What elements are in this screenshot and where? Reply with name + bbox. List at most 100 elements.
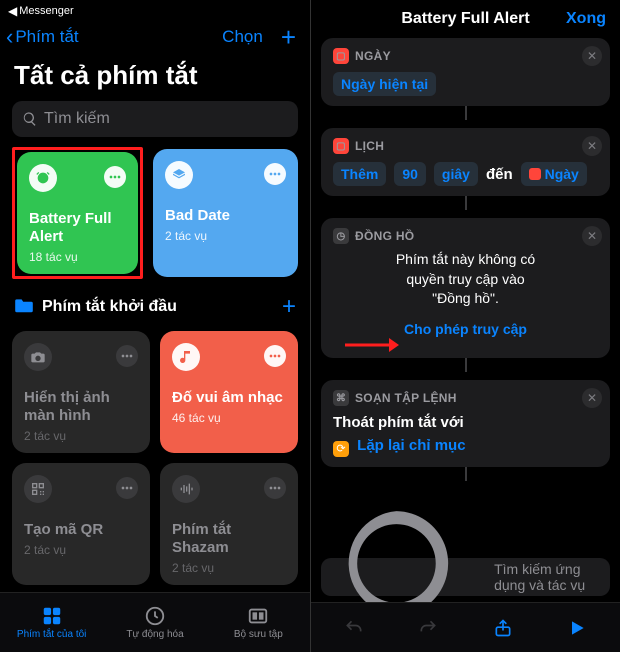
flow-connector [465,467,467,481]
more-icon[interactable] [104,166,126,188]
page-title: Tất cả phím tắt [0,50,310,101]
action-block-clock[interactable]: ◷ ĐỒNG HỒ ✕ Phím tắt này không có quyền … [321,218,610,358]
card-title: Đố vui âm nhạc [172,389,286,407]
permission-denied-text: Phím tắt này không có quyền truy cập vào… [333,244,598,309]
done-button[interactable]: Xong [566,10,606,28]
action-block-script[interactable]: ⌘ SOẠN TẬP LỆNH ✕ Thoát phím tắt với ⟳ L… [321,380,610,467]
card-subtitle: 46 tác vụ [172,411,286,425]
shortcut-card-battery-full-alert[interactable]: Battery Full Alert 18 tác vụ [17,152,138,274]
card-subtitle: 18 tác vụ [29,250,126,264]
block-head: LỊCH [355,139,384,153]
shortcut-card-qr[interactable]: Tạo mã QR 2 tác vụ [12,463,150,585]
script-line1: Thoát phím tắt với [333,414,598,431]
card-title: Battery Full Alert [29,210,126,246]
repeat-icon: ⟳ [333,441,349,457]
calendar-icon: ▢ [333,138,349,154]
nav-bar: ‹ Phím tắt Chọn + [0,18,310,50]
annotation-arrow [345,336,399,354]
camera-icon [24,343,52,371]
card-subtitle: 2 tác vụ [24,543,138,557]
script-icon: ⌘ [333,390,349,406]
shortcut-card-bad-date[interactable]: Bad Date 2 tác vụ [153,149,298,277]
token-unit[interactable]: giây [434,162,478,186]
layers-icon [165,161,193,189]
status-bar: ◀ Messenger [0,0,310,18]
card-title: Hiển thị ảnh màn hình [24,389,138,425]
card-title: Tạo mã QR [24,521,138,539]
more-icon[interactable] [264,163,286,185]
block-head: SOẠN TẬP LỆNH [355,391,457,405]
action-block-calendar[interactable]: ▢ LỊCH ✕ Thêm 90 giây đến Ngày [321,128,610,196]
action-flow: ▢ NGÀY ✕ Ngày hiện tại ▢ LỊCH ✕ Thêm 90 [311,34,620,481]
block-head: NGÀY [355,49,391,63]
token-repeat-index[interactable]: Lặp lại chỉ mục [357,437,465,454]
shortcut-editor-screen: Battery Full Alert Xong ▢ NGÀY ✕ Ngày hi… [310,0,620,652]
folder-icon [14,297,34,318]
remove-action-button[interactable]: ✕ [582,136,602,156]
redo-button[interactable] [408,611,448,645]
search-placeholder: Tìm kiếm [44,110,110,128]
flow-connector [465,196,467,210]
tab-bar: Phím tắt của tôi Tự động hóa Bộ sưu tập [0,592,310,652]
back-button[interactable]: ‹ Phím tắt [6,24,79,50]
shortcut-card-music-quiz[interactable]: Đố vui âm nhạc 46 tác vụ [160,331,298,453]
editor-title: Battery Full Alert [365,10,566,28]
tab-label: Phím tắt của tôi [17,629,86,640]
waveform-icon [172,475,200,503]
section-title: Phím tắt khởi đầu [42,298,177,316]
chevron-left-icon: ‹ [6,24,13,50]
undo-button[interactable] [334,611,374,645]
flow-connector [465,358,467,372]
share-button[interactable] [483,611,523,645]
tab-gallery[interactable]: Bộ sưu tập [207,593,310,652]
token-current-day[interactable]: Ngày hiện tại [333,72,436,96]
card-subtitle: 2 tác vụ [24,429,138,443]
token-num[interactable]: 90 [394,162,426,186]
tab-label: Bộ sưu tập [234,629,283,640]
run-button[interactable] [557,611,597,645]
card-subtitle: 2 tác vụ [165,229,286,243]
back-label: Phím tắt [15,27,78,47]
select-button[interactable]: Chọn [222,27,263,47]
clock-icon: ◷ [333,228,349,244]
more-icon[interactable] [116,345,138,367]
add-starter-button[interactable]: + [282,293,296,321]
alarm-icon [29,164,57,192]
remove-action-button[interactable]: ✕ [582,226,602,246]
editor-nav: Battery Full Alert Xong [311,0,620,34]
status-return-app[interactable]: Messenger [19,5,73,17]
music-icon [172,343,200,371]
shortcuts-library-screen: ◀ Messenger ‹ Phím tắt Chọn + Tất cả phí… [0,0,310,652]
add-shortcut-button[interactable]: + [281,24,296,50]
remove-action-button[interactable]: ✕ [582,46,602,66]
action-search-field[interactable]: Tìm kiếm ứng dụng và tác vụ [321,558,610,596]
more-icon[interactable] [264,477,286,499]
remove-action-button[interactable]: ✕ [582,388,602,408]
search-icon [22,111,38,127]
qr-icon [24,475,52,503]
card-subtitle: 2 tác vụ [172,561,286,575]
calendar-day-icon: ▢ [333,48,349,64]
more-icon[interactable] [264,345,286,367]
card-title: Phím tắt Shazam [172,521,286,557]
token-day[interactable]: Ngày [521,162,587,186]
action-block-day[interactable]: ▢ NGÀY ✕ Ngày hiện tại [321,38,610,106]
section-header-starter: Phím tắt khởi đầu + [0,277,310,331]
tab-label: Tự động hóa [126,629,183,640]
more-icon[interactable] [116,477,138,499]
card-title: Bad Date [165,207,286,225]
allow-access-button[interactable]: Cho phép truy cập [333,321,598,337]
tab-automation[interactable]: Tự động hóa [103,593,206,652]
text-to: đến [486,166,513,183]
search-field[interactable]: Tìm kiếm [12,101,298,137]
shortcut-card-shazam[interactable]: Phím tắt Shazam 2 tác vụ [160,463,298,585]
shortcut-card-screenshot[interactable]: Hiển thị ảnh màn hình 2 tác vụ [12,331,150,453]
flow-connector [465,106,467,120]
block-head: ĐỒNG HỒ [355,229,414,243]
highlight-annotation: Battery Full Alert 18 tác vụ [12,147,143,279]
action-search-placeholder: Tìm kiếm ứng dụng và tác vụ [494,561,600,593]
editor-toolbar [311,602,620,652]
token-add[interactable]: Thêm [333,162,386,186]
back-chevron-icon: ◀ [8,4,17,18]
tab-my-shortcuts[interactable]: Phím tắt của tôi [0,593,103,652]
